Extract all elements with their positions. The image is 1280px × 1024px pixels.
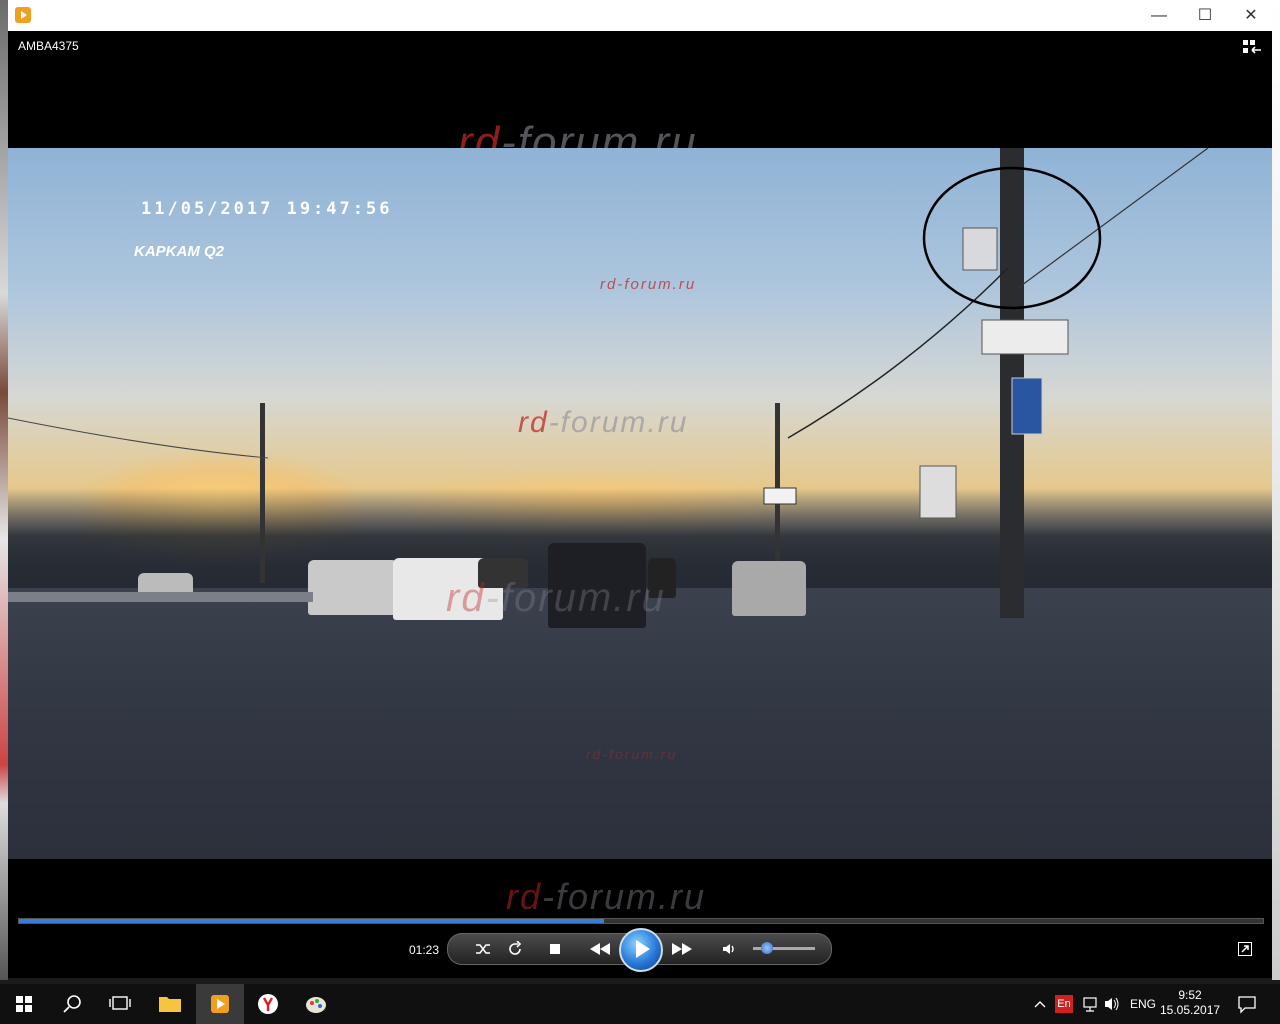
seek-bar-progress <box>19 919 604 923</box>
minimize-button[interactable]: — <box>1136 0 1182 31</box>
action-center-icon[interactable] <box>1236 984 1258 1024</box>
taskbar-clock[interactable]: 9:52 15.05.2017 <box>1160 988 1220 1018</box>
language-badge[interactable]: En <box>1055 995 1073 1013</box>
car <box>732 561 806 616</box>
watermark-small: rd-forum.ru <box>600 276 697 293</box>
watermark-center: rd-forum.ru <box>518 406 689 439</box>
watermark-bottom-small: rd-forum.ru <box>586 746 678 762</box>
repeat-icon[interactable] <box>507 941 523 957</box>
guardrail <box>8 592 313 602</box>
network-icon[interactable] <box>1080 984 1100 1024</box>
input-language-label[interactable]: ENG <box>1130 984 1156 1024</box>
yandex-browser-icon[interactable] <box>244 984 292 1024</box>
search-icon[interactable] <box>48 984 96 1024</box>
elapsed-time: 01:23 <box>409 943 440 957</box>
file-explorer-icon[interactable] <box>146 984 194 1024</box>
shuffle-icon[interactable] <box>475 941 491 957</box>
media-player-icon[interactable] <box>196 984 244 1024</box>
switch-to-library-icon[interactable] <box>1242 38 1262 56</box>
speaker-icon[interactable] <box>1102 984 1122 1024</box>
media-player-window: — ☐ ✕ AMBA4375 rd-forum.ru 11/05/2017 19… <box>8 0 1272 978</box>
desktop-background-left <box>0 0 8 980</box>
volume-icon[interactable] <box>721 941 737 957</box>
maximize-button[interactable]: ☐ <box>1182 0 1228 31</box>
video-title: AMBA4375 <box>18 39 79 53</box>
close-button[interactable]: ✕ <box>1228 0 1274 31</box>
switch-to-now-playing-icon[interactable] <box>1238 942 1252 956</box>
windows-start-icon[interactable] <box>0 984 48 1024</box>
next-icon[interactable] <box>670 941 694 957</box>
volume-slider[interactable] <box>753 942 815 954</box>
show-hidden-icons-icon[interactable] <box>1030 984 1050 1024</box>
task-view-icon[interactable] <box>96 984 144 1024</box>
video-frame[interactable]: 11/05/2017 19:47:56 KAPKAM Q2 rd-forum.r… <box>8 148 1272 859</box>
title-bar[interactable]: — ☐ ✕ <box>8 0 1272 31</box>
paint-icon[interactable] <box>292 984 340 1024</box>
watermark-lower: rd-forum.ru <box>506 876 707 917</box>
watermark-road: rd-forum.ru <box>446 576 666 620</box>
camera-model-overlay: KAPKAM Q2 <box>134 243 225 260</box>
media-player-app-icon <box>15 7 31 23</box>
clock-time: 9:52 <box>1178 988 1202 1002</box>
previous-icon[interactable] <box>588 941 612 957</box>
seek-bar[interactable] <box>18 918 1264 924</box>
desktop-background-right <box>1272 0 1280 980</box>
clock-date: 15.05.2017 <box>1160 1003 1221 1017</box>
car <box>308 560 398 615</box>
video-date-overlay: 11/05/2017 19:47:56 <box>141 199 393 219</box>
taskbar: En ENG 9:52 15.05.2017 <box>0 984 1280 1024</box>
stop-icon[interactable] <box>547 941 563 957</box>
play-button[interactable] <box>619 928 663 972</box>
volume-slider-thumb[interactable] <box>760 942 773 954</box>
